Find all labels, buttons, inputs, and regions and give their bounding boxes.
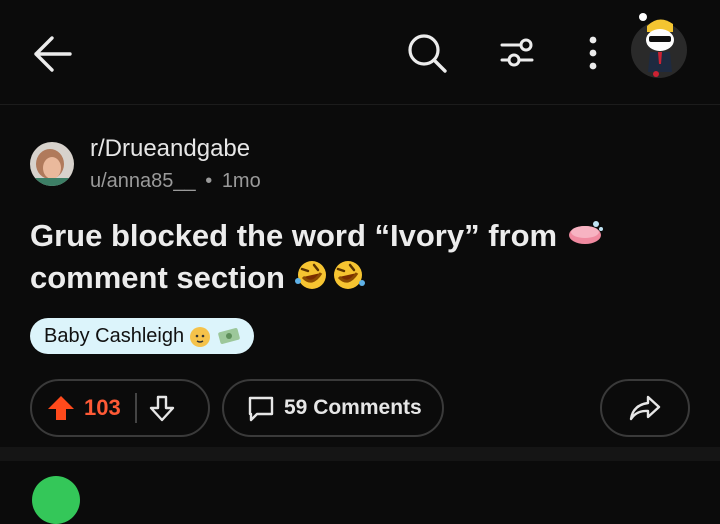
post-title[interactable]: Grue blocked the word “Ivory” from comme… xyxy=(30,216,670,301)
feed-divider xyxy=(0,447,720,461)
next-post-avatar[interactable] xyxy=(32,476,80,524)
flair-label: Baby Cashleigh xyxy=(44,324,185,347)
back-button[interactable] xyxy=(28,30,76,78)
snoo-avatar-icon xyxy=(631,13,687,78)
share-arrow-icon xyxy=(629,395,661,421)
post-flair[interactable]: Baby Cashleigh xyxy=(30,318,255,354)
more-options-button[interactable] xyxy=(578,30,608,76)
soap-icon xyxy=(566,218,604,258)
downvote-button[interactable] xyxy=(147,393,177,423)
meta-separator: • xyxy=(205,170,213,192)
rolling-laughing-icon-2 xyxy=(330,259,366,301)
author-link[interactable]: u/anna85__ xyxy=(90,170,196,192)
upvote-arrow-icon xyxy=(48,396,74,420)
vote-count: 103 xyxy=(84,395,121,420)
user-avatar[interactable] xyxy=(628,12,690,78)
filter-button[interactable] xyxy=(494,30,540,76)
filter-icon xyxy=(500,38,534,67)
comments-button[interactable]: 59 Comments xyxy=(222,379,444,437)
comment-bubble-icon xyxy=(248,396,274,422)
subreddit-avatar[interactable] xyxy=(30,142,74,186)
post-age: 1mo xyxy=(221,170,261,192)
comments-count: 59 Comments xyxy=(284,396,422,419)
comment-icon-wrap xyxy=(246,393,276,423)
back-arrow-icon xyxy=(34,36,72,72)
subreddit-name[interactable]: r/Drueandgabe xyxy=(90,135,250,163)
search-icon xyxy=(408,34,447,73)
rolling-laughing-icon xyxy=(294,259,330,301)
vote-bar: 103 xyxy=(30,379,210,437)
search-button[interactable] xyxy=(402,28,452,78)
post-meta: u/anna85__ • 1mo xyxy=(90,170,261,193)
title-line-1: Grue blocked the word “Ivory” from xyxy=(30,218,558,253)
downvote-arrow-icon xyxy=(149,395,174,422)
title-line-2: comment section xyxy=(30,259,285,295)
upvote-button[interactable] xyxy=(46,393,76,423)
share-button[interactable] xyxy=(600,379,690,437)
money-icon xyxy=(218,328,240,344)
vote-separator xyxy=(134,393,137,423)
top-bar xyxy=(0,0,720,105)
more-vertical-icon xyxy=(589,36,597,70)
subreddit-avatar-image xyxy=(30,142,74,186)
baby-icon xyxy=(190,327,211,347)
